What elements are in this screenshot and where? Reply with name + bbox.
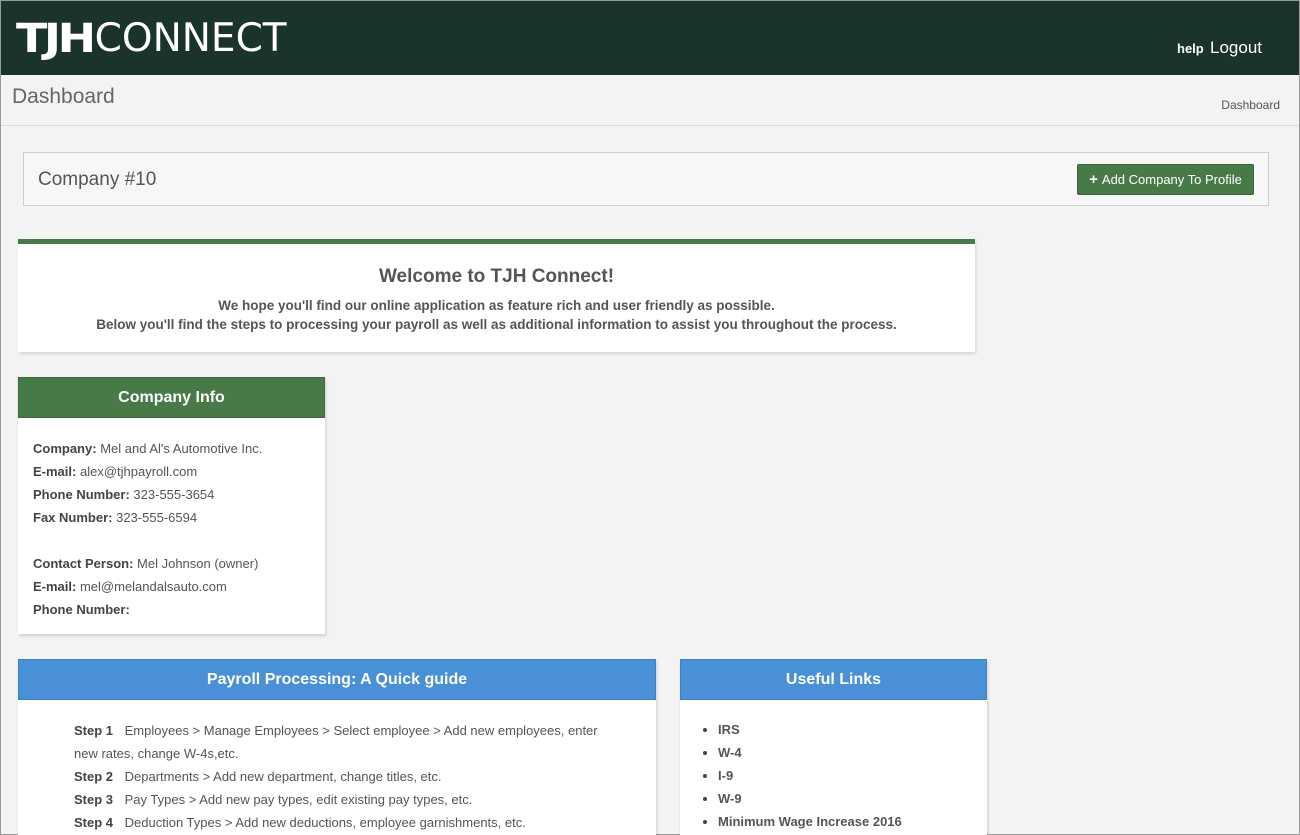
phone-row: Phone Number: 323-555-3654 [33,483,325,506]
logo-bold-text: TJH [16,16,96,62]
email-value: alex@tjhpayroll.com [79,464,198,479]
company-name: Company #10 [38,169,157,190]
company-info-body: Company: Mel and Al's Automotive Inc. E-… [18,418,325,621]
contact-value: Mel Johnson (owner) [137,556,259,571]
fax-value: 323-555-6594 [116,510,198,525]
welcome-panel: Welcome to TJH Connect! We hope you'll f… [18,239,975,352]
step-item: Step 2 Departments > Add new department,… [74,765,616,788]
welcome-line-1: We hope you'll find our online applicati… [218,298,775,313]
email-label: E-mail: [33,464,77,479]
payroll-guide-heading: Payroll Processing: A Quick guide [18,659,656,700]
breadcrumb-dashboard[interactable]: Dashboard [1221,98,1280,112]
company-bar: Company #10 + Add Company To Profile [23,152,1269,206]
page-title: Dashboard [12,85,115,108]
step-text: Pay Types > Add new pay types, edit exis… [124,792,473,807]
useful-links-body: IRS W-4 I-9 W-9 Minimum Wage Increase 20… [680,700,987,833]
step-item: Step 1 Employees > Manage Employees > Se… [74,719,616,765]
link-minimum-wage-2016[interactable]: Minimum Wage Increase 2016 [718,810,987,833]
step-label: Step 1 [74,723,114,738]
company-label: Company: [33,441,97,456]
step-text: Deduction Types > Add new deductions, em… [124,815,526,830]
plus-icon: + [1089,171,1098,188]
phone-label: Phone Number: [33,487,130,502]
logo-thin-text: CONNECT [94,16,287,61]
step-label: Step 4 [74,815,114,830]
fax-label: Fax Number: [33,510,113,525]
fax-row: Fax Number: 323-555-6594 [33,506,325,529]
contact-email-value: mel@melandalsauto.com [79,579,227,594]
link-w4[interactable]: W-4 [718,741,987,764]
step-label: Step 2 [74,769,114,784]
add-company-label: Add Company To Profile [1101,172,1242,187]
useful-links-panel: Useful Links IRS W-4 I-9 W-9 Minimum Wag… [680,659,987,835]
step-label: Step 3 [74,792,114,807]
contact-label: Contact Person: [33,556,134,571]
step-text: Employees > Manage Employees > Select em… [74,723,598,761]
contact-phone-label: Phone Number: [33,602,130,617]
tjh-connect-logo[interactable]: TJH CONNECT [16,16,287,62]
useful-links-list: IRS W-4 I-9 W-9 Minimum Wage Increase 20… [718,718,987,833]
page-header: Dashboard Dashboard [1,75,1299,126]
step-item: Step 3 Pay Types > Add new pay types, ed… [74,788,616,811]
company-value: Mel and Al's Automotive Inc. [100,441,263,456]
link-irs[interactable]: IRS [718,718,987,741]
company-row: Company: Mel and Al's Automotive Inc. [33,437,325,460]
contact-email-row: E-mail: mel@melandalsauto.com [33,575,325,598]
useful-links-heading: Useful Links [680,659,987,700]
top-navbar: TJH CONNECT help Logout [1,1,1299,75]
welcome-line-2: Below you'll find the steps to processin… [96,317,897,332]
logout-link[interactable]: Logout [1210,38,1262,58]
contact-row: Contact Person: Mel Johnson (owner) [33,552,325,575]
payroll-guide-panel: Payroll Processing: A Quick guide Step 1… [18,659,656,835]
welcome-title: Welcome to TJH Connect! [378,266,615,287]
contact-phone-row: Phone Number: [33,598,325,621]
email-row: E-mail: alex@tjhpayroll.com [33,460,325,483]
company-info-heading: Company Info [18,377,325,418]
link-i9[interactable]: I-9 [718,764,987,787]
payroll-guide-body: Step 1 Employees > Manage Employees > Se… [18,700,656,834]
link-w9[interactable]: W-9 [718,787,987,810]
step-text: Departments > Add new department, change… [124,769,442,784]
contact-email-label: E-mail: [33,579,77,594]
help-link[interactable]: help [1177,41,1204,56]
phone-value: 323-555-3654 [133,487,215,502]
company-info-panel: Company Info Company: Mel and Al's Autom… [18,377,325,634]
step-item: Step 4 Deduction Types > Add new deducti… [74,811,616,834]
add-company-to-profile-button[interactable]: + Add Company To Profile [1077,164,1254,195]
